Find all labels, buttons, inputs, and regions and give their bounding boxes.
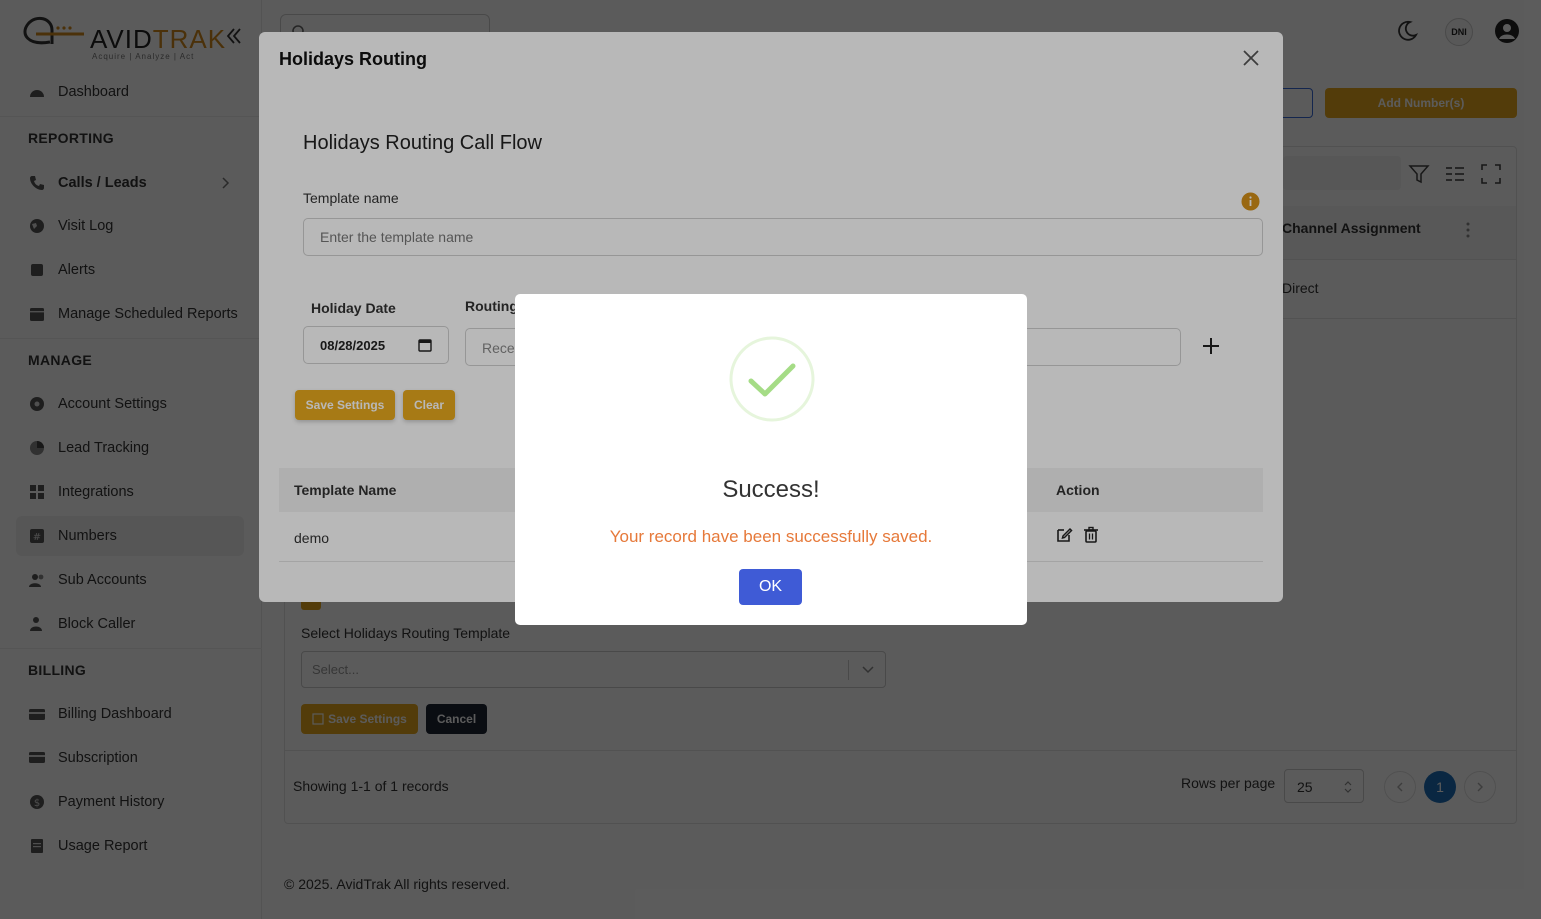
success-dialog: Success! Your record have been successfu… xyxy=(515,294,1027,625)
dialog-message: Your record have been successfully saved… xyxy=(609,527,933,546)
dialog-title: Success! xyxy=(722,476,820,503)
success-check-icon xyxy=(729,336,815,422)
ok-button[interactable]: OK xyxy=(739,569,802,605)
